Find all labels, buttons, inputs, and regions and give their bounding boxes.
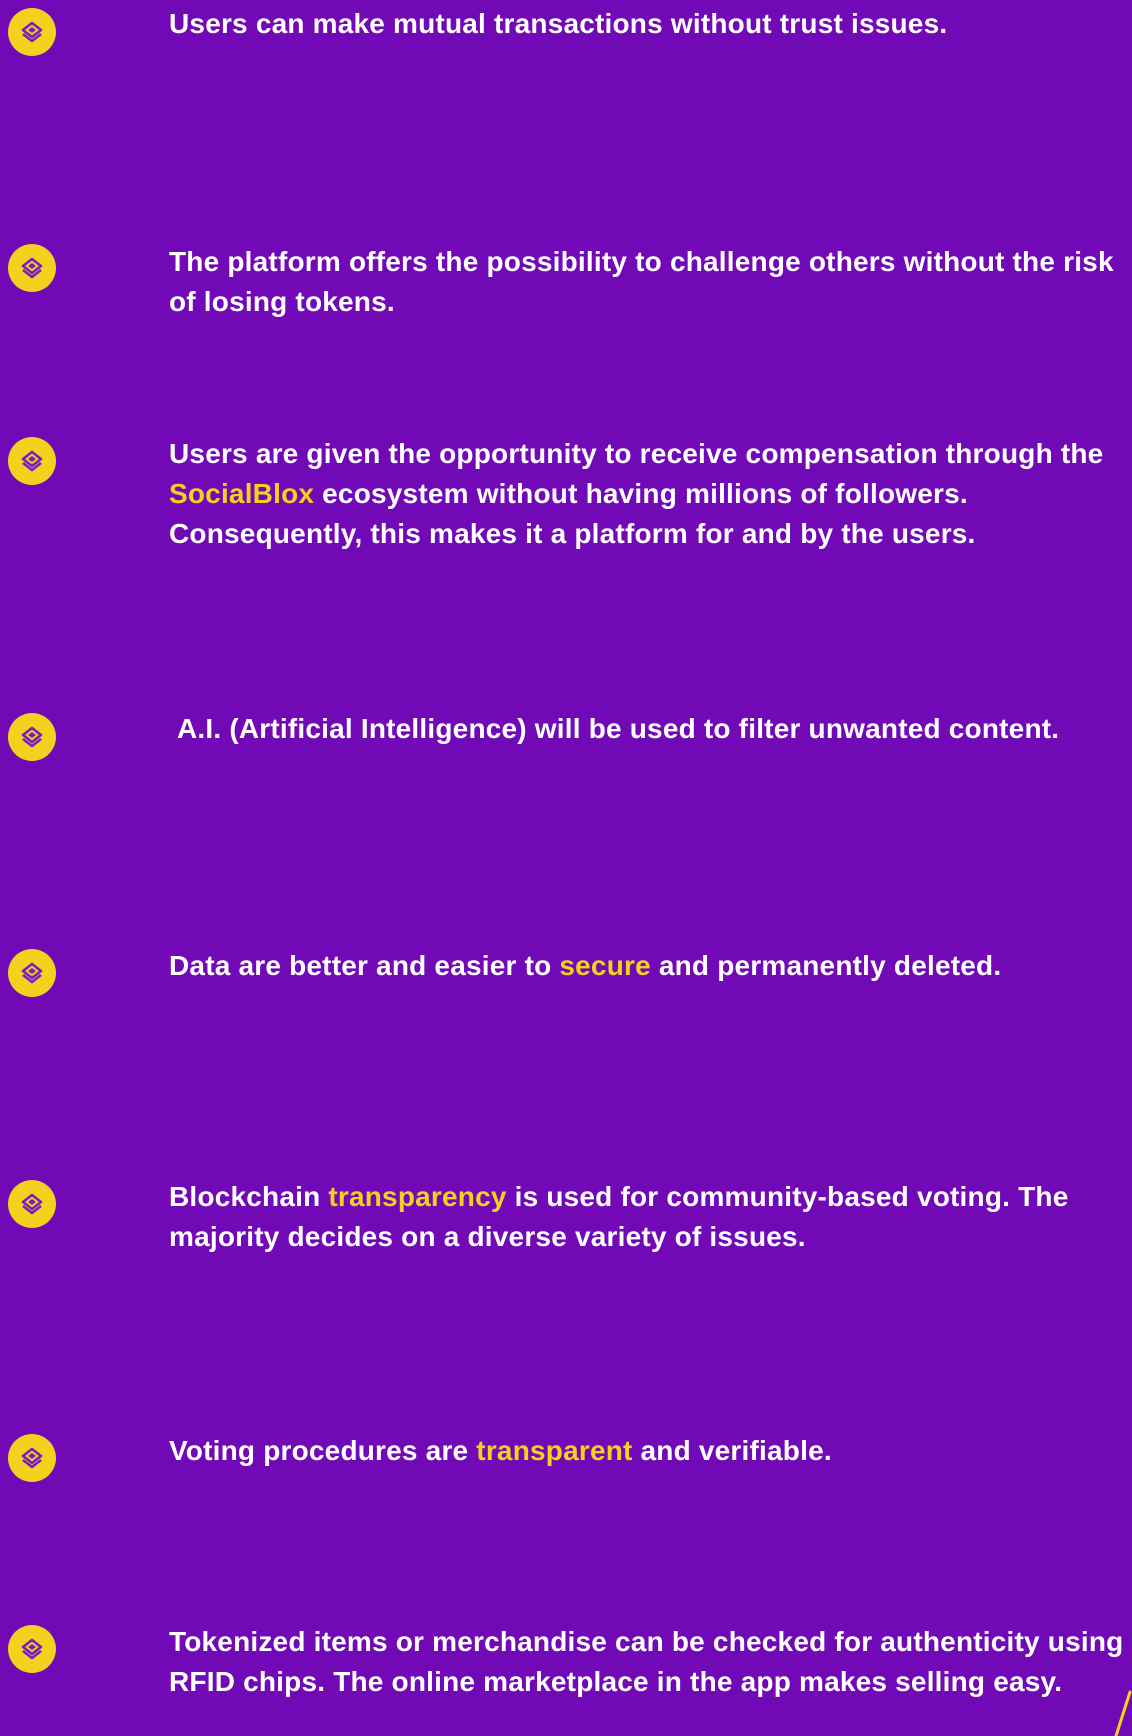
- feature-text-part: and verifiable.: [632, 1435, 832, 1466]
- feature-highlight: secure: [559, 950, 651, 981]
- feature-text: Blockchain transparency is used for comm…: [169, 1177, 1129, 1257]
- feature-text-part: Users can make mutual transactions witho…: [169, 8, 948, 39]
- feature-text-part: and permanently deleted.: [650, 950, 1002, 981]
- feature-text: Voting procedures are transparent and ve…: [169, 1431, 1129, 1471]
- socialblox-logo-icon: [8, 713, 56, 761]
- feature-text-part: Blockchain: [169, 1181, 329, 1212]
- feature-text-part: The platform offers the possibility to c…: [169, 246, 1114, 317]
- socialblox-logo-icon: [8, 8, 56, 56]
- socialblox-logo-icon: [8, 949, 56, 997]
- feature-text: Data are better and easier to secure and…: [169, 946, 1129, 986]
- feature-text: The platform offers the possibility to c…: [169, 242, 1129, 322]
- feature-text: A.I. (Artificial Intelligence) will be u…: [169, 709, 1129, 749]
- feature-text: Users can make mutual transactions witho…: [169, 4, 1129, 44]
- feature-highlight: transparent: [476, 1435, 633, 1466]
- feature-text: Tokenized items or merchandise can be ch…: [169, 1622, 1129, 1702]
- socialblox-logo-icon: [8, 1625, 56, 1673]
- feature-highlight: SocialBlox: [169, 478, 315, 509]
- socialblox-logo-icon: [8, 1180, 56, 1228]
- feature-highlight: transparency: [328, 1181, 507, 1212]
- socialblox-logo-icon: [8, 244, 56, 292]
- feature-text: Users are given the opportunity to recei…: [169, 434, 1129, 554]
- socialblox-logo-icon: [8, 437, 56, 485]
- feature-text-part: Tokenized items or merchandise can be ch…: [169, 1626, 1124, 1697]
- socialblox-logo-icon: [8, 1434, 56, 1482]
- feature-text-part: Voting procedures are: [169, 1435, 477, 1466]
- feature-text-part: Users are given the opportunity to recei…: [169, 438, 1104, 469]
- feature-text-part: Data are better and easier to: [169, 950, 560, 981]
- feature-text-part: A.I. (Artificial Intelligence) will be u…: [169, 713, 1060, 744]
- decorative-accent-line: [1114, 1690, 1132, 1736]
